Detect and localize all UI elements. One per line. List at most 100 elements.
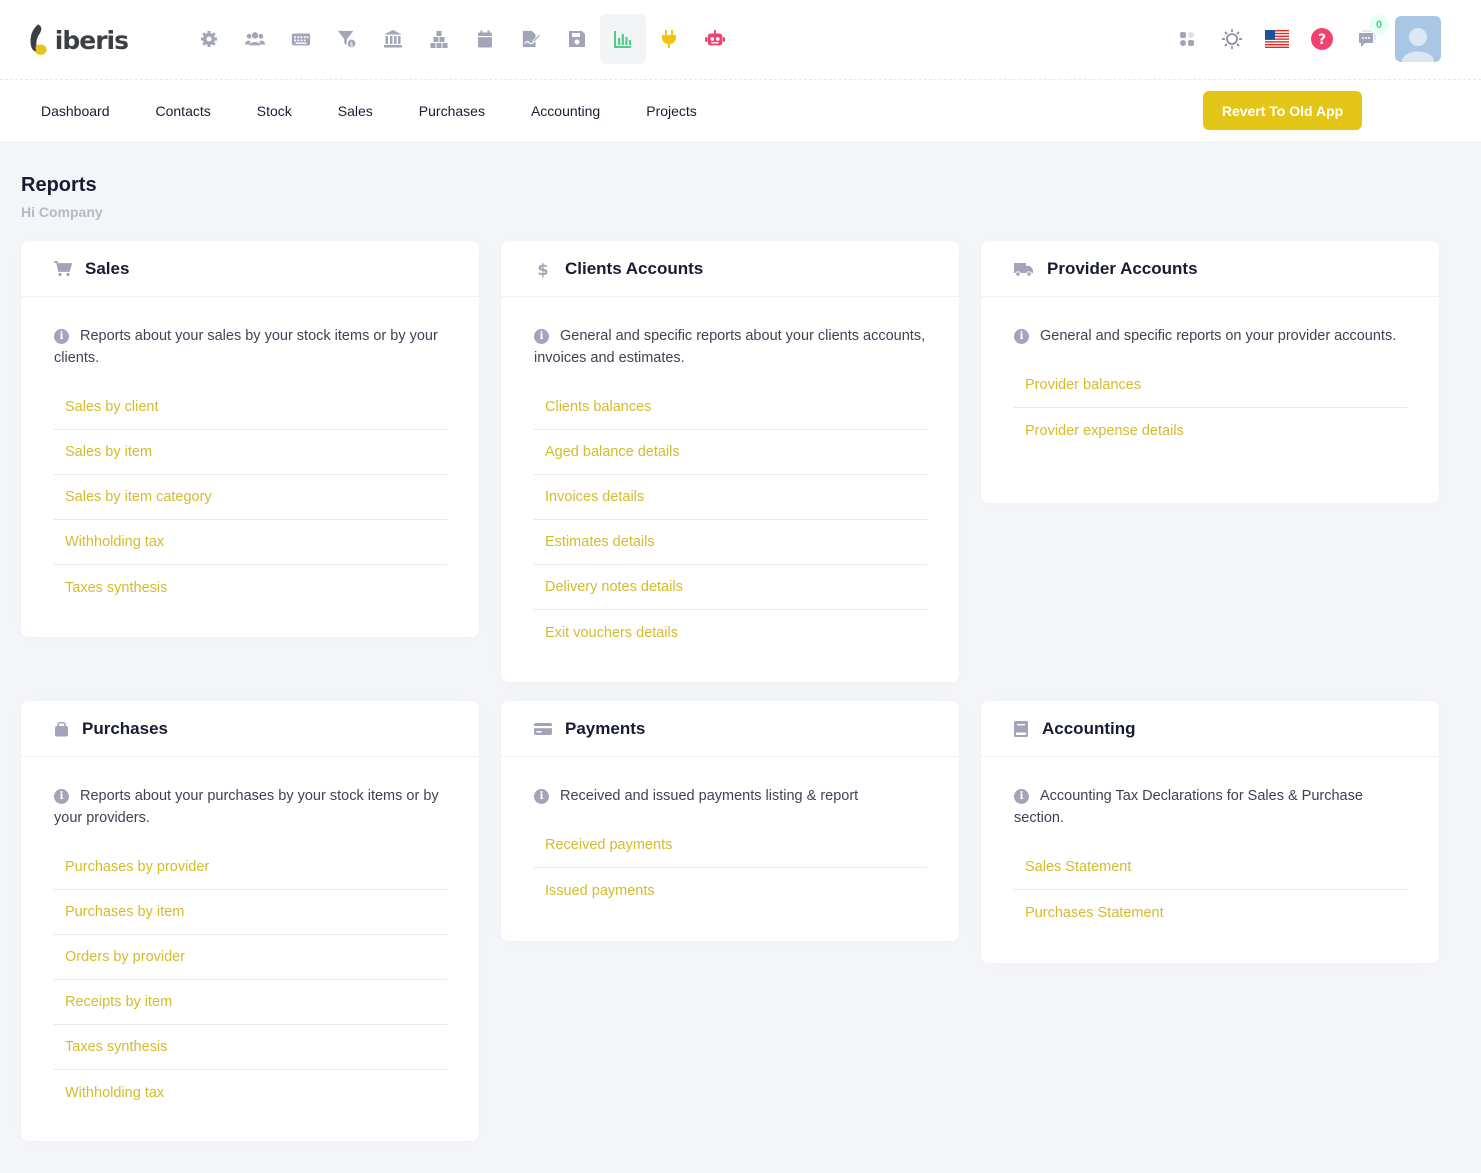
card-title: Sales: [85, 258, 130, 278]
assistant-module-button[interactable]: [692, 14, 738, 64]
report-link[interactable]: Sales by item category: [54, 475, 447, 520]
topbar-right-icons: ? 0: [1164, 15, 1441, 62]
us-flag-icon: [1264, 30, 1289, 48]
apps-button[interactable]: [1164, 16, 1209, 62]
card-header: Purchases: [21, 701, 479, 757]
settings-module-button[interactable]: [186, 14, 232, 64]
report-link[interactable]: Receipts by item: [54, 980, 447, 1025]
report-links: Provider balances Provider expense detai…: [1014, 363, 1407, 453]
notification-badge: 0: [1369, 15, 1389, 35]
nav-item-projects[interactable]: Projects: [623, 103, 720, 119]
funnel-dollar-icon: $: [337, 30, 357, 49]
report-link[interactable]: Sales by client: [54, 385, 447, 430]
svg-text:$: $: [537, 260, 548, 278]
report-link[interactable]: Provider expense details: [1014, 408, 1407, 453]
report-link[interactable]: Sales by item: [54, 430, 447, 475]
help-button[interactable]: ?: [1299, 16, 1344, 62]
card-title: Clients Accounts: [565, 258, 704, 278]
iberis-logo[interactable]: iberis: [28, 16, 129, 64]
file-signature-icon: [522, 30, 541, 48]
card-header: $ Clients Accounts: [501, 241, 959, 297]
main-nav: Dashboard Contacts Stock Sales Purchases…: [0, 80, 1481, 141]
card-header: Sales: [21, 241, 479, 297]
stock-module-button[interactable]: [278, 14, 324, 64]
card-header: Payments: [501, 701, 959, 757]
report-links: Clients balances Aged balance details In…: [534, 385, 927, 655]
accounting-reports-card: Accounting i Accounting Tax Declarations …: [981, 701, 1439, 963]
info-icon: i: [534, 329, 549, 344]
card-description: Reports about your sales by your stock i…: [54, 328, 438, 366]
report-link[interactable]: Purchases by provider: [54, 845, 447, 890]
card-title: Payments: [565, 718, 646, 738]
users-icon: [245, 32, 265, 46]
report-link[interactable]: Clients balances: [534, 385, 927, 430]
user-silhouette-icon: [1402, 28, 1434, 62]
revert-old-app-button[interactable]: Revert To Old App: [1203, 91, 1362, 130]
report-link[interactable]: Purchases by item: [54, 890, 447, 935]
nav-item-accounting[interactable]: Accounting: [508, 103, 623, 119]
nav-item-stock[interactable]: Stock: [234, 103, 315, 119]
report-links: Received payments Issued payments: [534, 823, 927, 913]
report-link[interactable]: Invoices details: [534, 475, 927, 520]
report-link[interactable]: Taxes synthesis: [54, 1025, 447, 1070]
info-icon: i: [54, 329, 69, 344]
reports-module-button[interactable]: [600, 14, 646, 64]
report-link[interactable]: Withholding tax: [54, 1070, 447, 1115]
nav-item-purchases[interactable]: Purchases: [396, 103, 508, 119]
nav-item-dashboard[interactable]: Dashboard: [18, 103, 133, 119]
robot-icon: [705, 29, 725, 46]
card-description: General and specific reports about your …: [534, 328, 926, 366]
nav-items: Dashboard Contacts Stock Sales Purchases…: [18, 80, 720, 141]
integrations-module-button[interactable]: [646, 14, 692, 64]
truck-icon: [1014, 262, 1033, 277]
plug-icon: [662, 30, 676, 48]
report-link[interactable]: Aged balance details: [534, 430, 927, 475]
save-module-button[interactable]: [554, 14, 600, 64]
provider-accounts-card: Provider Accounts i General and specific …: [981, 241, 1439, 503]
language-selector[interactable]: [1254, 16, 1299, 62]
calendar-module-button[interactable]: [462, 14, 508, 64]
nav-item-sales[interactable]: Sales: [315, 103, 396, 119]
page-subtitle: Hi Company: [21, 204, 103, 220]
apps-grid-icon: [1179, 32, 1194, 46]
card-description: Accounting Tax Declarations for Sales & …: [1014, 788, 1363, 826]
info-icon: i: [54, 789, 69, 804]
book-icon: [1014, 720, 1028, 737]
nav-item-contacts[interactable]: Contacts: [133, 103, 234, 119]
report-link[interactable]: Withholding tax: [54, 520, 447, 565]
question-circle-icon: ?: [1310, 28, 1333, 50]
report-link[interactable]: Issued payments: [534, 868, 927, 913]
theme-toggle-button[interactable]: [1209, 16, 1254, 62]
sales-reports-card: Sales i Reports about your sales by your …: [21, 241, 479, 637]
sales-funnel-module-button[interactable]: $: [324, 14, 370, 64]
user-avatar[interactable]: [1395, 16, 1441, 62]
credit-card-icon: [534, 722, 552, 735]
shopping-bag-icon: [54, 721, 68, 736]
report-link[interactable]: Estimates details: [534, 520, 927, 565]
structure-module-button[interactable]: [416, 14, 462, 64]
report-link[interactable]: Purchases Statement: [1014, 890, 1407, 935]
sun-icon: [1221, 29, 1242, 49]
report-link[interactable]: Delivery notes details: [534, 565, 927, 610]
contacts-module-button[interactable]: [232, 14, 278, 64]
documents-module-button[interactable]: [508, 14, 554, 64]
report-link[interactable]: Provider balances: [1014, 363, 1407, 408]
report-link[interactable]: Orders by provider: [54, 935, 447, 980]
clients-accounts-card: $ Clients Accounts i General and specific…: [501, 241, 959, 682]
bank-module-button[interactable]: [370, 14, 416, 64]
module-icons: $: [186, 14, 738, 64]
chat-button[interactable]: 0: [1344, 15, 1389, 62]
svg-text:?: ?: [1317, 32, 1325, 48]
chart-bar-icon: [614, 31, 631, 48]
card-description: Reports about your purchases by your sto…: [54, 788, 439, 826]
report-link[interactable]: Exit vouchers details: [534, 610, 927, 655]
report-link[interactable]: Sales Statement: [1014, 845, 1407, 890]
top-bar: iberis $ ? 0: [0, 0, 1481, 80]
card-description: Received and issued payments listing & r…: [560, 788, 859, 804]
dollar-icon: $: [537, 260, 548, 278]
report-links: Purchases by provider Purchases by item …: [54, 845, 447, 1115]
card-title: Purchases: [82, 718, 168, 738]
info-icon: i: [1014, 329, 1029, 344]
report-link[interactable]: Taxes synthesis: [54, 565, 447, 610]
report-link[interactable]: Received payments: [534, 823, 927, 868]
